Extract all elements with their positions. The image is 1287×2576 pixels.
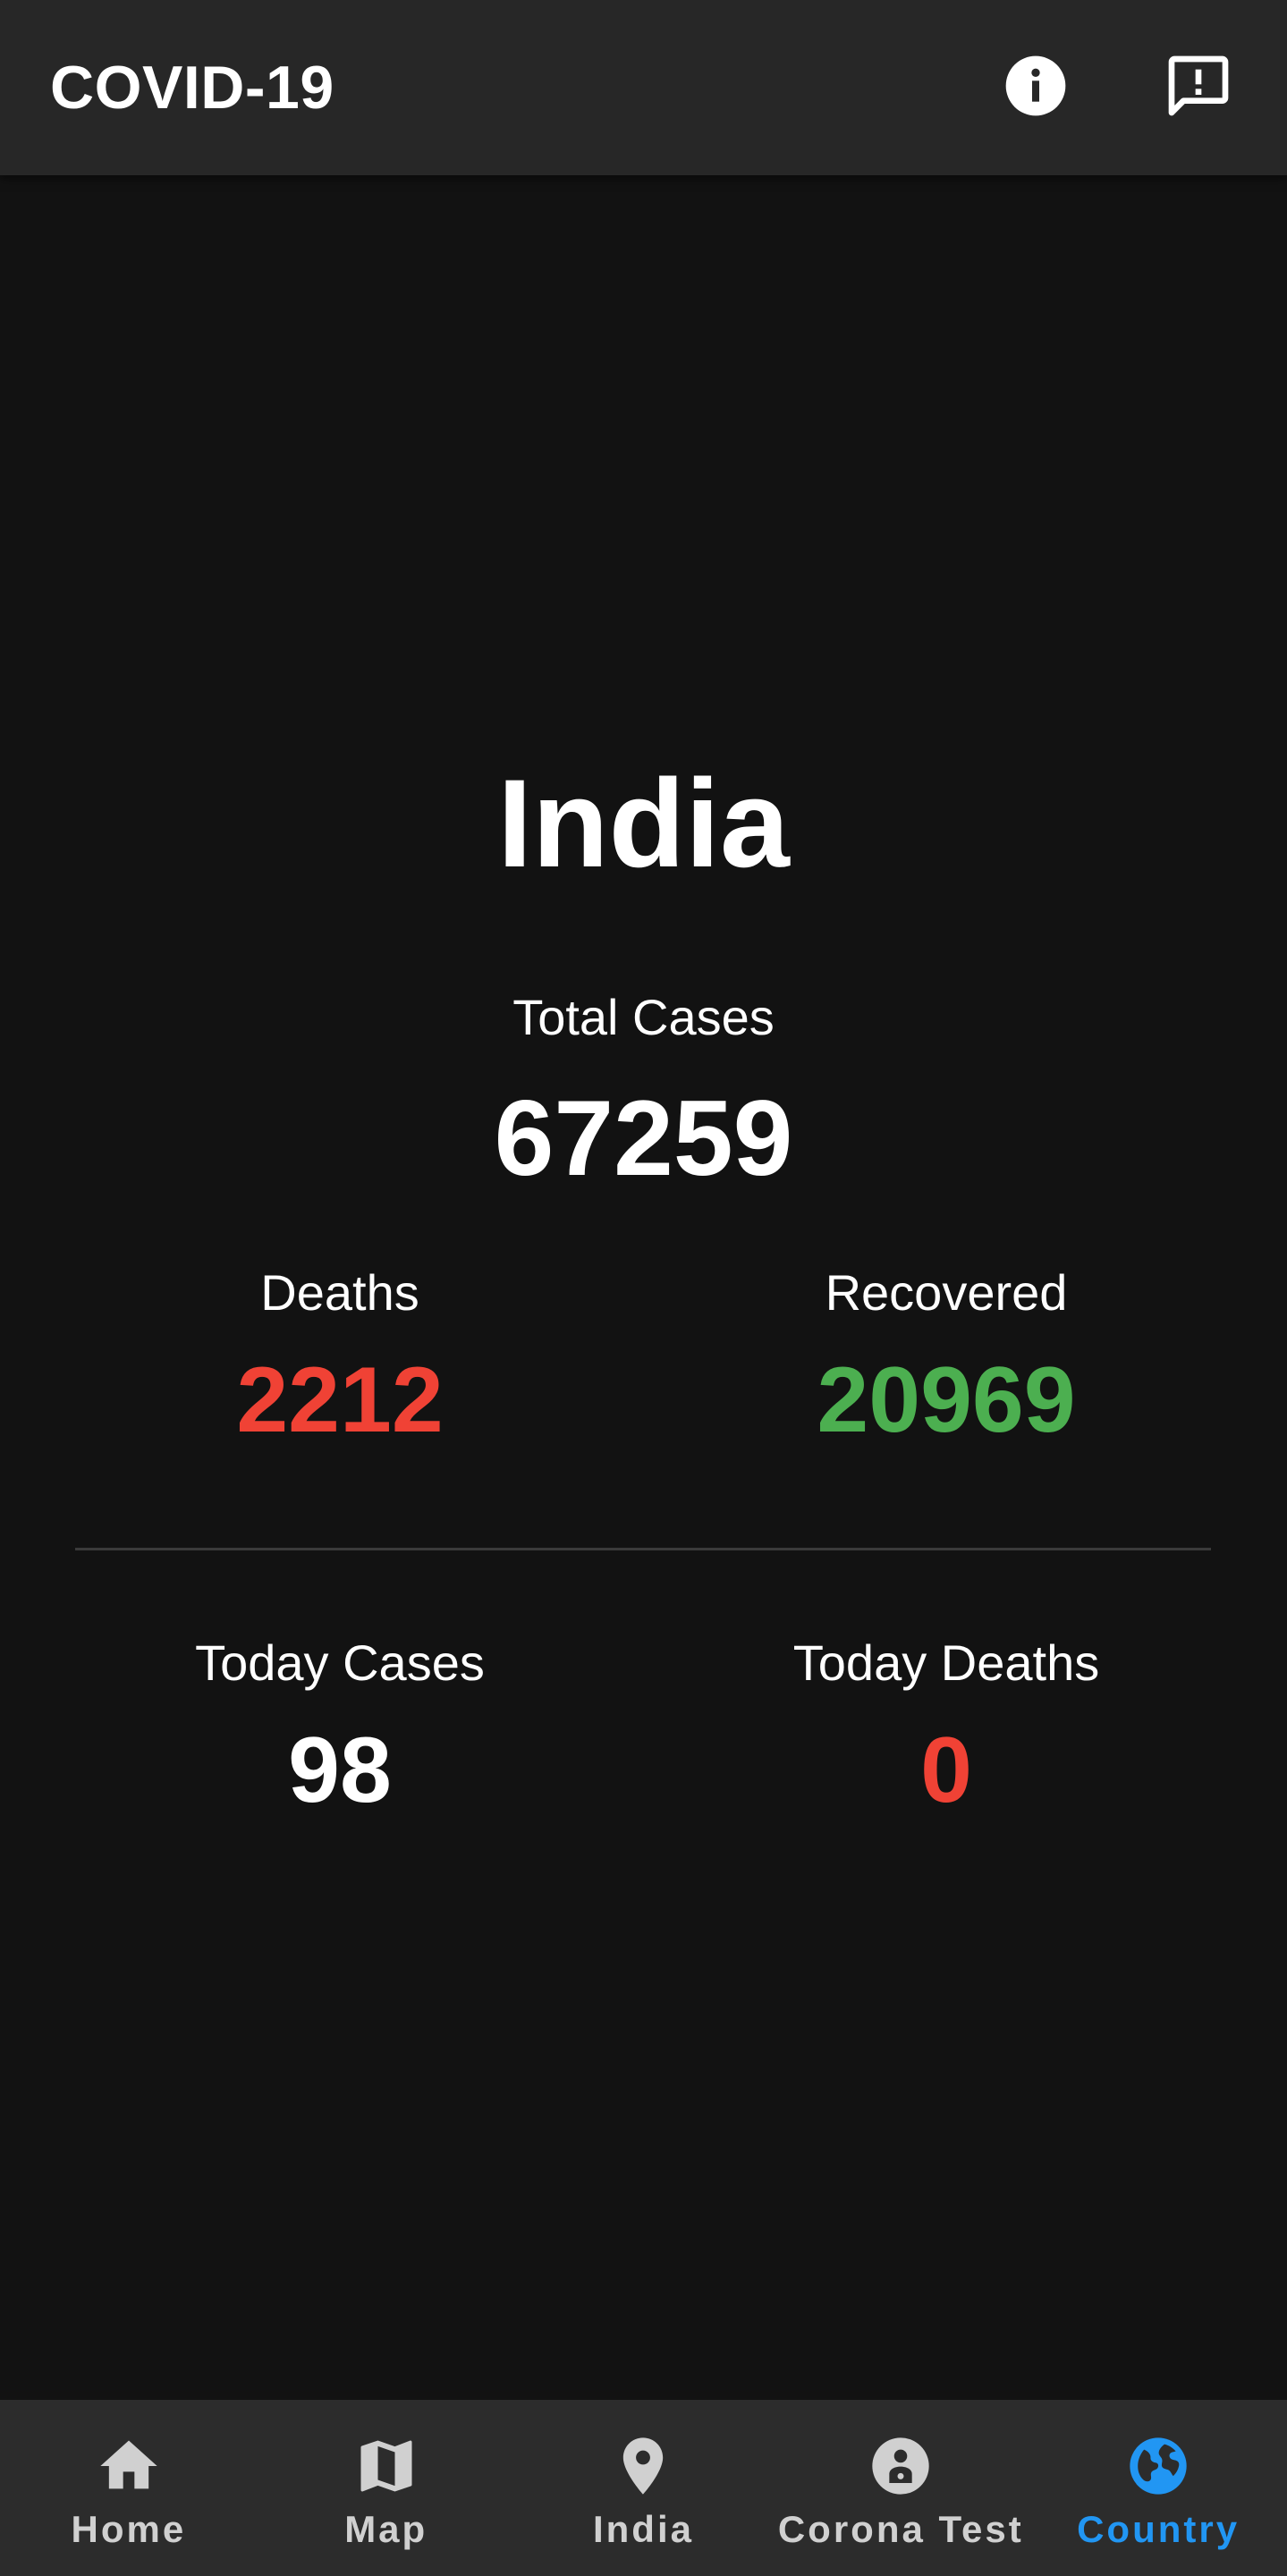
recovered-value: 20969 xyxy=(817,1348,1076,1452)
total-cases-value: 67259 xyxy=(494,1078,793,1198)
nav-label-home: Home xyxy=(71,2508,187,2550)
map-icon xyxy=(352,2432,420,2500)
app-title: COVID-19 xyxy=(50,54,334,122)
globe-icon xyxy=(1124,2432,1192,2500)
stats-divider xyxy=(75,1548,1211,1550)
info-icon xyxy=(1000,50,1071,126)
today-deaths-label: Today Deaths xyxy=(792,1634,1100,1691)
person-test-icon xyxy=(867,2432,935,2500)
home-icon xyxy=(95,2432,163,2500)
recovered-label: Recovered xyxy=(825,1264,1068,1321)
deaths-value: 2212 xyxy=(236,1348,444,1452)
today-deaths-value: 0 xyxy=(920,1719,972,1822)
nav-item-corona-test[interactable]: Corona Test xyxy=(772,2400,1029,2576)
nav-item-country[interactable]: Country xyxy=(1029,2400,1287,2576)
country-stats: India Total Cases 67259 Deaths 2212 Reco… xyxy=(0,175,1287,2400)
today-cases-value: 98 xyxy=(288,1719,392,1822)
bottom-navigation: Home Map India Corona Test Country xyxy=(0,2400,1287,2576)
nav-item-india[interactable]: India xyxy=(515,2400,773,2576)
nav-label-country: Country xyxy=(1077,2508,1240,2550)
total-cases-label: Total Cases xyxy=(512,989,775,1045)
nav-label-corona-test: Corona Test xyxy=(777,2508,1024,2550)
deaths-label: Deaths xyxy=(260,1264,419,1321)
nav-label-map: Map xyxy=(344,2508,428,2550)
nav-item-map[interactable]: Map xyxy=(258,2400,515,2576)
info-button[interactable] xyxy=(991,43,1080,132)
location-pin-icon xyxy=(609,2432,677,2500)
app-root: COVID-19 India Total Cases 67259 Deaths … xyxy=(0,0,1287,2576)
nav-label-india: India xyxy=(592,2508,694,2550)
today-cases-label: Today Cases xyxy=(195,1634,485,1691)
nav-item-home[interactable]: Home xyxy=(0,2400,258,2576)
app-bar: COVID-19 xyxy=(0,0,1287,175)
country-name: India xyxy=(497,753,790,893)
feedback-icon xyxy=(1163,50,1234,126)
feedback-button[interactable] xyxy=(1154,43,1243,132)
